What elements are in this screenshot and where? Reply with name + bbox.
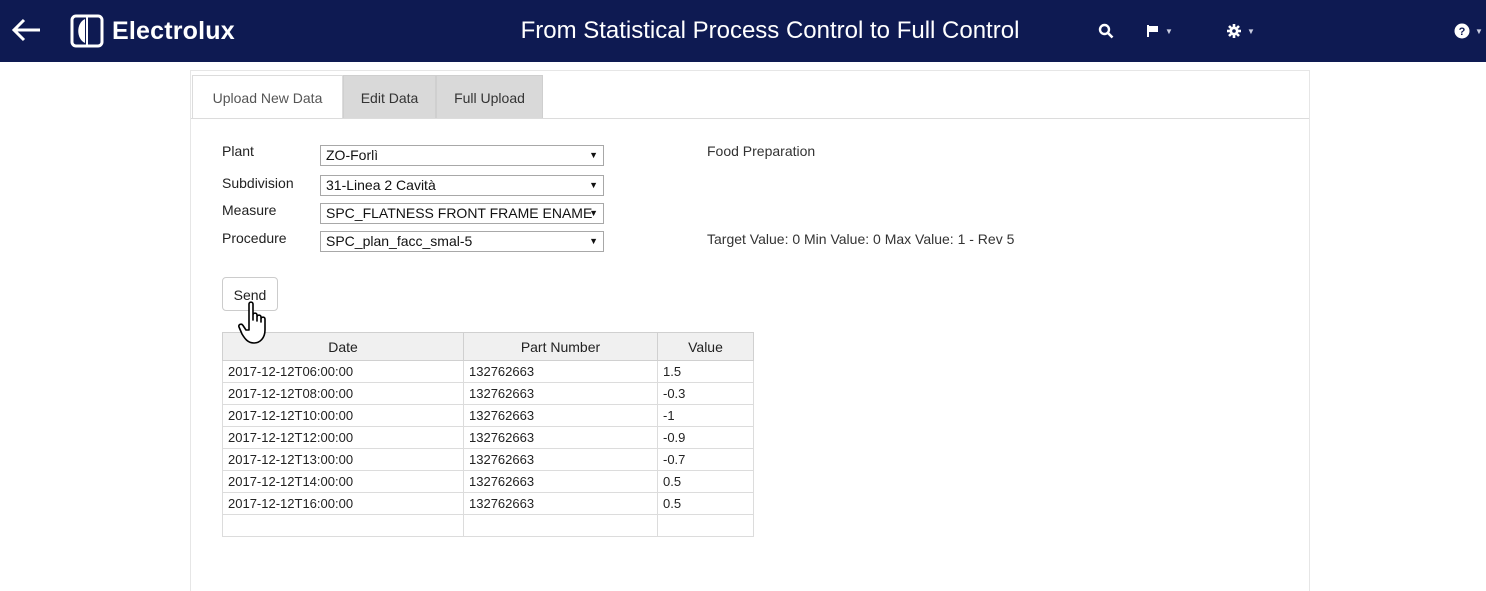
plant-select-value: ZO-Forlì	[326, 147, 379, 163]
part-number-cell[interactable]: 132762663	[463, 470, 658, 493]
flag-menu-button[interactable]: ▼	[1146, 20, 1186, 42]
date-cell[interactable]: 2017-12-12T16:00:00	[222, 492, 464, 515]
settings-menu-button[interactable]: ▼	[1226, 20, 1266, 42]
tab-edit-data[interactable]: Edit Data	[343, 75, 436, 119]
chevron-down-icon: ▼	[1165, 26, 1173, 36]
plant-select[interactable]: ZO-Forlì ▼	[320, 145, 604, 166]
data-table: Date Part Number Value 2017-12-12T06:00:…	[222, 332, 754, 537]
procedure-select[interactable]: SPC_plan_facc_smal-5 ▼	[320, 231, 604, 252]
table-row: 2017-12-12T16:00:00 132762663 0.5	[222, 492, 754, 515]
procedure-label: Procedure	[222, 230, 287, 246]
measure-label: Measure	[222, 202, 277, 218]
table-row: 2017-12-12T08:00:00 132762663 -0.3	[222, 382, 754, 405]
date-cell[interactable]: 2017-12-12T08:00:00	[222, 382, 464, 405]
part-number-cell[interactable]	[463, 514, 658, 537]
division-text: Food Preparation	[707, 143, 816, 159]
part-number-cell[interactable]: 132762663	[463, 360, 658, 383]
column-header-date[interactable]: Date	[222, 332, 464, 361]
value-cell[interactable]: 1.5	[657, 360, 754, 383]
plant-label: Plant	[222, 143, 254, 159]
value-cell[interactable]: -1	[657, 404, 754, 427]
chevron-down-icon: ▼	[589, 208, 598, 218]
help-icon: ?	[1454, 23, 1470, 39]
tab-upload-new-data[interactable]: Upload New Data	[192, 75, 343, 119]
date-cell[interactable]: 2017-12-12T14:00:00	[222, 470, 464, 493]
tab-divider	[191, 118, 1309, 119]
part-number-cell[interactable]: 132762663	[463, 492, 658, 515]
gear-icon	[1227, 24, 1241, 38]
date-cell[interactable]	[222, 514, 464, 537]
target-values-text: Target Value: 0 Min Value: 0 Max Value: …	[707, 231, 1015, 247]
date-cell[interactable]: 2017-12-12T12:00:00	[222, 426, 464, 449]
search-icon	[1098, 23, 1114, 39]
table-row-empty	[222, 514, 754, 537]
column-header-value[interactable]: Value	[657, 332, 754, 361]
value-cell[interactable]: -0.7	[657, 448, 754, 471]
top-navbar: Electrolux From Statistical Process Cont…	[0, 0, 1486, 62]
help-menu-button[interactable]: ? ▼	[1454, 20, 1486, 42]
table-row: 2017-12-12T13:00:00 132762663 -0.7	[222, 448, 754, 471]
brand-name: Electrolux	[112, 16, 235, 45]
measure-select[interactable]: SPC_FLATNESS FRONT FRAME ENAME ▼	[320, 203, 604, 224]
chevron-down-icon: ▼	[589, 150, 598, 160]
subdivision-select[interactable]: 31-Linea 2 Cavità ▼	[320, 175, 604, 196]
svg-text:?: ?	[1459, 26, 1466, 38]
date-cell[interactable]: 2017-12-12T06:00:00	[222, 360, 464, 383]
value-cell[interactable]	[657, 514, 754, 537]
procedure-select-value: SPC_plan_facc_smal-5	[326, 233, 473, 249]
tab-full-upload[interactable]: Full Upload	[436, 75, 543, 119]
chevron-down-icon: ▼	[1475, 26, 1483, 36]
value-cell[interactable]: -0.9	[657, 426, 754, 449]
table-header-row: Date Part Number Value	[222, 332, 754, 361]
chevron-down-icon: ▼	[589, 236, 598, 246]
date-cell[interactable]: 2017-12-12T10:00:00	[222, 404, 464, 427]
part-number-cell[interactable]: 132762663	[463, 404, 658, 427]
value-cell[interactable]: -0.3	[657, 382, 754, 405]
part-number-cell[interactable]: 132762663	[463, 426, 658, 449]
electrolux-logo-icon	[70, 14, 104, 48]
value-cell[interactable]: 0.5	[657, 492, 754, 515]
measure-select-value: SPC_FLATNESS FRONT FRAME ENAME	[326, 205, 593, 221]
column-header-part-number[interactable]: Part Number	[463, 332, 658, 361]
chevron-down-icon: ▼	[589, 180, 598, 190]
search-button[interactable]	[1098, 20, 1120, 42]
back-arrow-icon[interactable]	[10, 12, 44, 48]
flag-icon	[1147, 25, 1158, 37]
subdivision-label: Subdivision	[222, 175, 294, 191]
table-row: 2017-12-12T14:00:00 132762663 0.5	[222, 470, 754, 493]
table-row: 2017-12-12T06:00:00 132762663 1.5	[222, 360, 754, 383]
subdivision-select-value: 31-Linea 2 Cavità	[326, 177, 436, 193]
page-title: From Statistical Process Control to Full…	[520, 17, 1020, 44]
table-row: 2017-12-12T12:00:00 132762663 -0.9	[222, 426, 754, 449]
date-cell[interactable]: 2017-12-12T13:00:00	[222, 448, 464, 471]
send-button[interactable]: Send	[222, 277, 278, 311]
brand-logo[interactable]: Electrolux	[70, 13, 235, 49]
chevron-down-icon: ▼	[1247, 26, 1255, 36]
part-number-cell[interactable]: 132762663	[463, 448, 658, 471]
value-cell[interactable]: 0.5	[657, 470, 754, 493]
part-number-cell[interactable]: 132762663	[463, 382, 658, 405]
table-row: 2017-12-12T10:00:00 132762663 -1	[222, 404, 754, 427]
